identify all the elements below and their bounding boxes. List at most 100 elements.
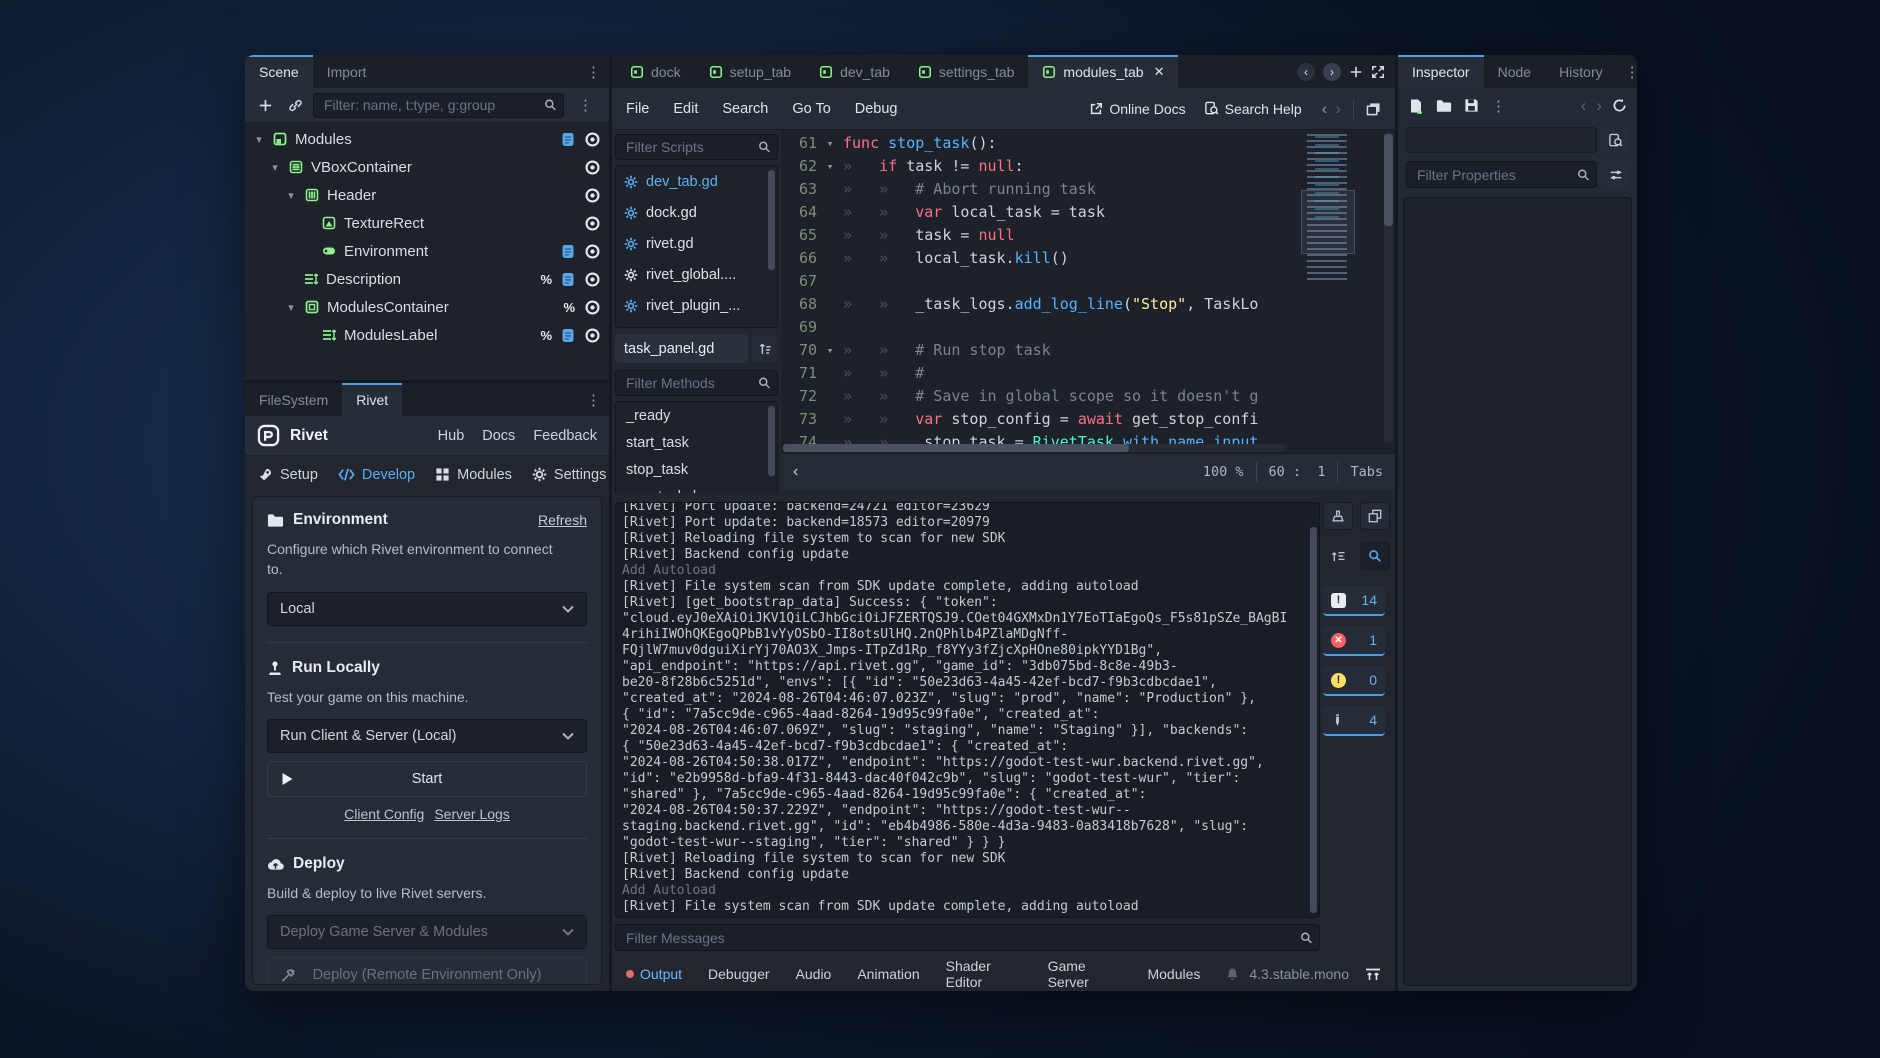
- caret-position[interactable]: 60 : 1: [1269, 464, 1326, 480]
- selected-script-row[interactable]: task_panel.gd: [615, 334, 748, 363]
- visibility-eye-icon[interactable]: [584, 299, 601, 316]
- bottom-tab-debugger[interactable]: Debugger: [708, 966, 770, 982]
- right-splitter[interactable]: [1395, 55, 1398, 991]
- prev-scene-tab-icon[interactable]: ‹: [1297, 63, 1315, 81]
- resource-extra-menu-icon[interactable]: ⋮: [1491, 97, 1506, 115]
- tab-inspector[interactable]: Inspector: [1398, 55, 1484, 88]
- bottom-tab-game-server[interactable]: Game Server: [1048, 958, 1122, 990]
- history-forward-icon[interactable]: ›: [1335, 99, 1341, 119]
- refresh-link[interactable]: Refresh: [538, 512, 587, 528]
- deploy-button[interactable]: Deploy (Remote Environment Only): [267, 957, 587, 985]
- script-icon[interactable]: [561, 244, 575, 259]
- inspector-forward-icon[interactable]: ›: [1596, 96, 1602, 116]
- online-docs-button[interactable]: Online Docs: [1089, 101, 1185, 117]
- bottom-tab-animation[interactable]: Animation: [857, 966, 919, 982]
- tree-row-header[interactable]: ▾ Header: [245, 181, 609, 209]
- inspector-properties-area[interactable]: [1403, 197, 1632, 986]
- tree-row-vboxcontainer[interactable]: ▾ VBoxContainer: [245, 153, 609, 181]
- version-label[interactable]: 4.3.stable.mono: [1249, 966, 1349, 982]
- scene-tab-setup[interactable]: setup_tab: [695, 55, 806, 88]
- collapse-duplicates-icon[interactable]: [1323, 542, 1353, 570]
- filter-options-icon[interactable]: [1602, 161, 1629, 188]
- script-icon[interactable]: [561, 328, 575, 343]
- script-item[interactable]: rivet.gd: [616, 228, 777, 259]
- rivet-feedback-link[interactable]: Feedback: [533, 428, 597, 444]
- log-scrollbar[interactable]: [1310, 527, 1317, 913]
- unique-name-icon[interactable]: %: [540, 272, 552, 287]
- clear-output-icon[interactable]: [1323, 502, 1353, 530]
- script-list[interactable]: dev_tab.gd dock.gd rivet.gd rivet_global…: [615, 165, 778, 328]
- code-vscrollbar[interactable]: [1384, 134, 1393, 226]
- scene-tab-modules[interactable]: modules_tab ✕: [1028, 55, 1178, 88]
- history-back-icon[interactable]: ‹: [1322, 99, 1328, 119]
- collapse-icon[interactable]: ▾: [285, 301, 297, 314]
- filter-messages-input[interactable]: [615, 924, 1320, 951]
- scene-filter-input[interactable]: [313, 93, 564, 118]
- output-log[interactable]: [Rivet] Port update: backend=24721 edito…: [615, 502, 1320, 918]
- tree-row-modules[interactable]: ▾ Modules: [245, 125, 609, 153]
- indent-mode[interactable]: Tabs: [1350, 464, 1383, 480]
- collapse-icon[interactable]: ▾: [253, 133, 265, 146]
- method-item[interactable]: _ready: [616, 402, 777, 429]
- minimap[interactable]: [1301, 134, 1373, 394]
- add-node-icon[interactable]: [253, 93, 277, 117]
- expand-bottom-panel-icon[interactable]: [1365, 968, 1381, 981]
- filter-edits-toggle[interactable]: 4: [1323, 706, 1385, 736]
- tab-rivet[interactable]: Rivet: [342, 383, 402, 416]
- object-history-icon[interactable]: [1612, 98, 1627, 113]
- tree-row-environment[interactable]: Environment: [245, 237, 609, 265]
- start-button[interactable]: Start: [267, 761, 587, 797]
- script-item[interactable]: dev_tab.gd: [616, 166, 777, 197]
- inspector-menu-icon[interactable]: ⋮: [1617, 55, 1637, 88]
- script-item[interactable]: rivet_global....: [616, 259, 777, 290]
- sort-methods-icon[interactable]: [752, 336, 778, 362]
- script-item[interactable]: dock.gd: [616, 197, 777, 228]
- bell-icon[interactable]: [1226, 967, 1239, 981]
- scene-dock-menu-icon[interactable]: ⋮: [578, 55, 609, 88]
- code-editor[interactable]: 61▾func stop_task():62▾» if task != null…: [781, 130, 1395, 453]
- rivet-nav-develop[interactable]: Develop: [338, 467, 415, 483]
- tab-node[interactable]: Node: [1484, 55, 1545, 88]
- method-list-scrollbar[interactable]: [768, 406, 775, 476]
- scene-tree[interactable]: ▾ Modules ▾ VBoxContainer ▾ Header: [245, 122, 609, 380]
- rivet-dock-menu-icon[interactable]: ⋮: [578, 383, 609, 416]
- script-item[interactable]: rivet_plugin_...: [616, 290, 777, 321]
- bottom-tab-shader-editor[interactable]: Shader Editor: [946, 958, 1022, 990]
- search-output-icon[interactable]: [1360, 542, 1390, 570]
- close-icon[interactable]: ✕: [1154, 64, 1165, 80]
- open-docs-icon[interactable]: [1602, 127, 1629, 153]
- save-icon[interactable]: [1464, 98, 1479, 113]
- scene-tab-settings[interactable]: settings_tab: [904, 55, 1029, 88]
- scene-tab-dock[interactable]: dock: [616, 55, 695, 88]
- rivet-nav-settings[interactable]: Settings: [532, 467, 606, 483]
- environment-select[interactable]: Local: [267, 592, 587, 626]
- script-icon[interactable]: [561, 272, 575, 287]
- float-script-panel-icon[interactable]: [1366, 102, 1381, 116]
- bottom-tab-output[interactable]: Output: [626, 966, 682, 982]
- tree-row-moduleslabel[interactable]: ModulesLabel %: [245, 321, 609, 349]
- collapse-icon[interactable]: ▾: [285, 189, 297, 202]
- unique-name-icon[interactable]: %: [563, 300, 575, 315]
- filter-warnings-toggle[interactable]: ! 0: [1323, 666, 1385, 696]
- new-resource-icon[interactable]: [1408, 98, 1424, 114]
- rivet-hub-link[interactable]: Hub: [438, 428, 465, 444]
- expand-editor-icon[interactable]: [1371, 65, 1385, 79]
- rivet-docs-link[interactable]: Docs: [482, 428, 515, 444]
- tab-import[interactable]: Import: [313, 55, 381, 88]
- server-logs-link[interactable]: Server Logs: [434, 806, 509, 822]
- next-scene-tab-icon[interactable]: ›: [1323, 63, 1341, 81]
- new-scene-tab-icon[interactable]: [1349, 65, 1363, 79]
- tab-scene[interactable]: Scene: [245, 55, 313, 88]
- scene-toolbar-menu-icon[interactable]: ⋮: [570, 96, 601, 114]
- filter-errors-toggle[interactable]: ✕ 1: [1323, 626, 1385, 656]
- visibility-eye-icon[interactable]: [584, 215, 601, 232]
- tab-filesystem[interactable]: FileSystem: [245, 383, 342, 416]
- method-list[interactable]: _ready start_task stop_task _on_task_log: [615, 401, 778, 505]
- menu-edit[interactable]: Edit: [673, 101, 698, 117]
- tab-history[interactable]: History: [1545, 55, 1617, 88]
- menu-goto[interactable]: Go To: [792, 101, 830, 117]
- unique-name-icon[interactable]: %: [540, 328, 552, 343]
- code-hscrollbar[interactable]: [783, 444, 1129, 452]
- visibility-eye-icon[interactable]: [584, 159, 601, 176]
- bottom-tab-audio[interactable]: Audio: [796, 966, 832, 982]
